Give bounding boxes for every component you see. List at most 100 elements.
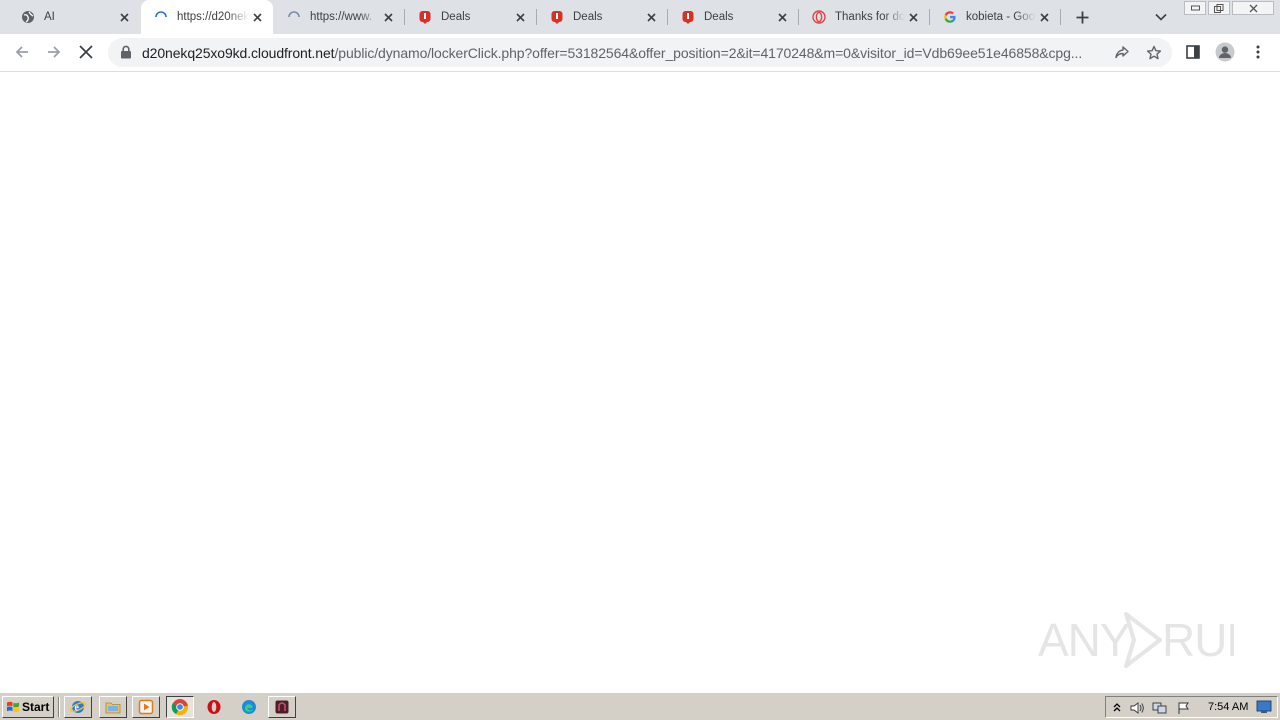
- close-tab-icon[interactable]: [380, 9, 396, 25]
- tab-title: Deals: [704, 11, 734, 23]
- network-icon: [1152, 702, 1167, 714]
- ie-icon: e: [70, 701, 86, 714]
- google-icon: [942, 9, 958, 25]
- taskbar-app[interactable]: [268, 696, 296, 718]
- tab-deals-1[interactable]: Deals: [405, 0, 536, 34]
- tab-title: Deals: [441, 11, 471, 23]
- system-tray: 7:54 AM: [1105, 696, 1278, 718]
- tab-title: Thanks for downloading: [835, 11, 905, 23]
- avatar-icon: [1215, 42, 1235, 62]
- tab-thanks[interactable]: Thanks for downloading: [799, 0, 929, 34]
- taskbar-explorer[interactable]: [99, 696, 127, 718]
- new-tab-button[interactable]: [1072, 7, 1092, 27]
- url-path: /public/dynamo/lockerClick.php?offer=531…: [334, 45, 1083, 61]
- svg-text:e: e: [75, 703, 80, 714]
- close-tab-icon[interactable]: [116, 9, 132, 25]
- side-panel-button[interactable]: [1181, 40, 1205, 64]
- folder-icon: [105, 702, 121, 714]
- tab-www[interactable]: https://www.: [274, 0, 404, 34]
- lock-icon[interactable]: [120, 45, 132, 59]
- forward-button[interactable]: [42, 40, 66, 64]
- opera-icon: [811, 9, 827, 25]
- back-button[interactable]: [10, 40, 34, 64]
- red-bell-icon: [680, 9, 696, 25]
- tab-divider: [1060, 9, 1061, 25]
- url-host: d20nekq25xo9kd.cloudfront.net: [142, 45, 335, 61]
- loading-spinner-icon: [153, 9, 169, 25]
- close-tab-icon[interactable]: [643, 9, 659, 25]
- taskbar-ie[interactable]: e: [64, 696, 92, 718]
- show-desktop-button[interactable]: [1256, 699, 1272, 715]
- page-content: [0, 72, 1280, 692]
- start-label: Start: [22, 700, 50, 714]
- tab-title: https://d20nekq25xo9kd.cloudfront.net: [177, 11, 249, 23]
- media-player-icon: [138, 699, 154, 715]
- kebab-menu-icon: [1256, 45, 1260, 59]
- close-tab-icon[interactable]: [249, 9, 265, 25]
- tab-search-button[interactable]: [1152, 8, 1170, 26]
- close-icon: [1249, 4, 1257, 12]
- bookmark-button[interactable]: [1143, 42, 1165, 64]
- stop-icon: [79, 45, 93, 59]
- browser-toolbar: d20nekq25xo9kd.cloudfront.net/public/dyn…: [0, 34, 1280, 72]
- edge-icon: [242, 700, 256, 714]
- start-button[interactable]: Start: [2, 696, 54, 718]
- opera-icon: [207, 700, 221, 714]
- share-icon: [1115, 46, 1129, 59]
- chrome-icon: [171, 699, 189, 716]
- close-tab-icon[interactable]: [1036, 9, 1052, 25]
- red-bell-icon: [417, 9, 433, 25]
- app-icon: [275, 700, 289, 714]
- tab-title: kobieta - Google: [966, 11, 1036, 23]
- taskbar-edge[interactable]: [235, 696, 263, 718]
- svg-text:RUN: RUN: [1162, 614, 1234, 666]
- tab-deals-3[interactable]: Deals: [668, 0, 798, 34]
- side-panel-icon: [1186, 45, 1200, 59]
- svg-text:ANY: ANY: [1038, 614, 1130, 666]
- profile-button[interactable]: [1213, 40, 1237, 64]
- url-text[interactable]: d20nekq25xo9kd.cloudfront.net/public/dyn…: [142, 45, 1104, 61]
- restore-button[interactable]: [1208, 1, 1230, 15]
- back-arrow-icon: [15, 46, 28, 58]
- minimize-button[interactable]: [1184, 1, 1206, 15]
- tray-volume[interactable]: [1129, 700, 1145, 716]
- tab-deals-2[interactable]: Deals: [537, 0, 667, 34]
- taskbar-chrome[interactable]: [166, 696, 194, 718]
- stop-button[interactable]: [74, 40, 98, 64]
- tab-cloudfront[interactable]: https://d20nekq25xo9kd.cloudfront.net: [141, 0, 273, 34]
- taskbar-media-player[interactable]: [132, 696, 160, 718]
- close-tab-icon[interactable]: [905, 9, 921, 25]
- desktop-icon: [1256, 700, 1272, 713]
- tab-title: Deals: [573, 11, 603, 23]
- clock[interactable]: 7:54 AM: [1208, 701, 1248, 713]
- tab-title: AI: [44, 11, 55, 23]
- loading-spinner-icon: [286, 9, 302, 25]
- tab-strip: AI https://d20nekq25xo9kd.cloudfront.net…: [0, 0, 1280, 34]
- taskbar: Start e 7:54 AM: [0, 692, 1280, 720]
- close-tab-icon[interactable]: [774, 9, 790, 25]
- globe-icon: [20, 9, 36, 25]
- tray-expand-button[interactable]: [1109, 700, 1125, 716]
- anyrun-logo: ANY RUN: [1038, 612, 1260, 668]
- forward-arrow-icon: [48, 46, 61, 58]
- flag-icon: [1178, 702, 1189, 714]
- tab-title: https://www.: [310, 11, 372, 23]
- share-button[interactable]: [1111, 42, 1133, 64]
- address-bar[interactable]: d20nekq25xo9kd.cloudfront.net/public/dyn…: [108, 38, 1172, 67]
- tab-google[interactable]: kobieta - Google: [930, 0, 1060, 34]
- close-tab-icon[interactable]: [512, 9, 528, 25]
- taskbar-opera[interactable]: [200, 696, 228, 718]
- menu-button[interactable]: [1246, 40, 1270, 64]
- tray-action-center[interactable]: [1176, 700, 1192, 716]
- windows-flag-icon: [7, 701, 19, 713]
- star-icon: [1146, 45, 1162, 60]
- taskbar-divider: [58, 697, 60, 717]
- anyrun-watermark: ANY RUN: [1038, 608, 1260, 672]
- restore-icon: [1214, 3, 1224, 13]
- tray-network[interactable]: [1152, 700, 1168, 716]
- tab-ai[interactable]: AI: [8, 0, 140, 34]
- speaker-icon: [1130, 702, 1144, 714]
- close-window-button[interactable]: [1232, 1, 1274, 15]
- chevron-up-icon: [1113, 703, 1121, 712]
- minimize-icon: [1190, 5, 1200, 11]
